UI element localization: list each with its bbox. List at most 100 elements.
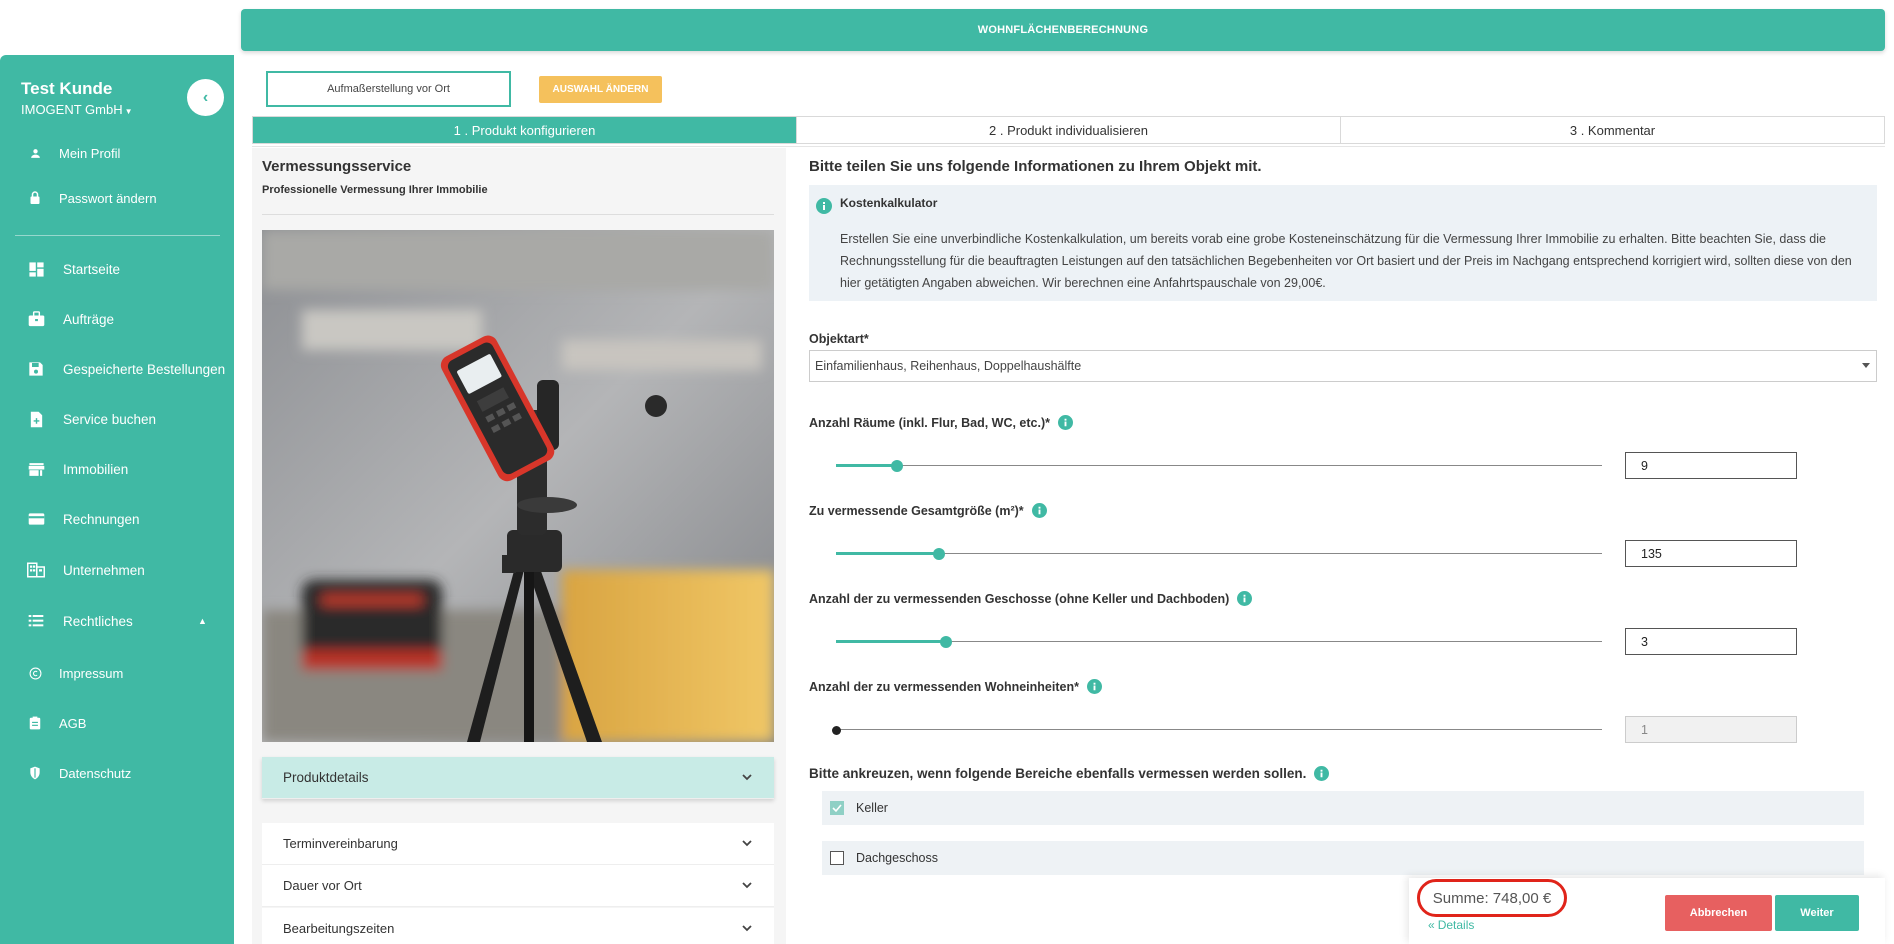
list-icon	[27, 612, 45, 630]
sidebar-item-rechnungen[interactable]: Rechnungen	[0, 501, 234, 537]
floors-label: Anzahl der zu vermessenden Geschosse (oh…	[809, 591, 1253, 606]
window-corner	[0, 0, 241, 55]
checkbox[interactable]	[830, 851, 844, 865]
label-text: Anzahl der zu vermessenden Wohneinheiten…	[809, 679, 1079, 694]
store-icon	[27, 460, 45, 478]
details-link[interactable]: « Details	[1428, 918, 1474, 932]
change-selection-button[interactable]: AUSWAHL ÄNDERN	[539, 76, 662, 103]
info-icon[interactable]	[1314, 766, 1330, 781]
chevron-down-icon	[742, 882, 752, 889]
chevron-left-icon: ‹	[202, 88, 209, 106]
sidebar-item-label: Mein Profil	[59, 145, 121, 161]
checkbox-label: Keller	[856, 801, 888, 815]
copyright-icon	[28, 666, 42, 680]
accordion-terminvereinbarung[interactable]: Terminvereinbarung	[262, 823, 774, 865]
slider-fill	[836, 464, 897, 467]
user-block: Test Kunde IMOGENT GmbH ▼	[21, 79, 133, 117]
tab-step-3[interactable]: 3 . Kommentar	[1341, 117, 1884, 143]
sidebar-item-label: Gespeicherte Bestellungen	[63, 361, 226, 377]
tab-step-1[interactable]: 1 . Produkt konfigurieren	[253, 117, 797, 143]
accordion-bearbeitungszeiten[interactable]: Bearbeitungszeiten	[262, 908, 774, 944]
user-company[interactable]: IMOGENT GmbH ▼	[21, 102, 133, 117]
info-text: Erstellen Sie eine unverbindliche Kosten…	[840, 232, 1852, 290]
sidebar-item-service[interactable]: Service buchen	[0, 401, 234, 437]
tab-step-2[interactable]: 2 . Produkt individualisieren	[797, 117, 1341, 143]
sidebar-item-label: Immobilien	[63, 461, 129, 477]
chevron-up-icon: ▲	[198, 616, 207, 626]
sidebar-item-startseite[interactable]: Startseite	[0, 251, 234, 287]
sidebar-item-label: Passwort ändern	[59, 190, 157, 206]
checkbox-keller[interactable]: Keller	[822, 791, 1864, 825]
area-input[interactable]: 135	[1625, 540, 1797, 567]
sidebar-item-rechtliches[interactable]: Rechtliches ▲	[0, 603, 234, 639]
sidebar-item-profile[interactable]: Mein Profil	[0, 135, 234, 171]
page-title: WOHNFLÄCHENBERECHNUNG	[977, 24, 1149, 36]
sidebar-collapse-button[interactable]: ‹	[187, 79, 224, 116]
divider	[262, 214, 774, 215]
sidebar-item-unternehmen[interactable]: Unternehmen	[0, 552, 234, 588]
area-label: Zu vermessende Gesamtgröße (m²)*	[809, 503, 1047, 518]
slider-fill	[836, 552, 939, 555]
sidebar-item-impressum[interactable]: Impressum	[0, 655, 234, 691]
floors-slider[interactable]	[836, 635, 1602, 649]
label-text: Bitte ankreuzen, wenn folgende Bereiche …	[809, 766, 1307, 781]
slider-thumb[interactable]	[933, 548, 945, 560]
accordion-dauer[interactable]: Dauer vor Ort	[262, 865, 774, 907]
rooms-input[interactable]: 9	[1625, 452, 1797, 479]
credit-card-icon	[27, 510, 45, 528]
sidebar-item-password[interactable]: Passwort ändern	[0, 180, 234, 216]
info-title: Kostenkalkulator	[840, 196, 938, 210]
sidebar-item-immobilien[interactable]: Immobilien	[0, 451, 234, 487]
sidebar-divider	[15, 235, 220, 236]
info-icon[interactable]	[1237, 591, 1253, 606]
checkbox-label: Dachgeschoss	[856, 851, 938, 865]
chevron-down-icon	[742, 925, 752, 932]
caret-down-icon	[1862, 363, 1870, 368]
slider-thumb[interactable]	[940, 636, 952, 648]
accordion-label: Bearbeitungszeiten	[283, 921, 395, 936]
sidebar-item-gespeicherte[interactable]: Gespeicherte Bestellungen	[0, 351, 234, 387]
lock-icon	[28, 191, 42, 205]
units-label: Anzahl der zu vermessenden Wohneinheiten…	[809, 679, 1102, 694]
checkmark-icon	[832, 804, 842, 813]
sidebar-item-agb[interactable]: AGB	[0, 705, 234, 741]
next-button[interactable]: Weiter	[1775, 895, 1859, 931]
rooms-label: Anzahl Räume (inkl. Flur, Bad, WC, etc.)…	[809, 415, 1074, 430]
accordion-produktdetails[interactable]: Produktdetails	[262, 757, 774, 799]
sidebar-item-datenschutz[interactable]: Datenschutz	[0, 755, 234, 791]
floors-input[interactable]: 3	[1625, 628, 1797, 655]
company-dropdown-icon[interactable]: ▼	[125, 107, 133, 116]
slider-thumb[interactable]	[832, 726, 841, 735]
objektart-select[interactable]: Einfamilienhaus, Reihenhaus, Doppelhaush…	[809, 350, 1877, 382]
sidebar-item-label: Unternehmen	[63, 562, 145, 578]
sidebar-item-label: Rechnungen	[63, 511, 140, 527]
sidebar: Test Kunde IMOGENT GmbH ▼ ‹ Mein Profil P…	[0, 55, 234, 944]
info-icon[interactable]	[1031, 503, 1047, 518]
save-icon	[27, 360, 45, 378]
divider	[252, 146, 1885, 147]
mode-selection-button[interactable]: Aufmaßerstellung vor Ort	[266, 71, 511, 107]
sidebar-item-auftraege[interactable]: Aufträge	[0, 301, 234, 337]
sidebar-item-label: Rechtliches	[63, 613, 133, 629]
label-text: Objektart*	[809, 332, 869, 346]
person-icon	[28, 146, 42, 160]
slider-thumb[interactable]	[891, 460, 903, 472]
slider-track	[836, 729, 1602, 730]
area-slider[interactable]	[836, 547, 1602, 561]
briefcase-icon	[27, 310, 45, 328]
accordion-label: Terminvereinbarung	[283, 836, 398, 851]
info-icon	[816, 198, 832, 214]
form-heading: Bitte teilen Sie uns folgende Informatio…	[809, 158, 1262, 175]
sidebar-item-label: Datenschutz	[59, 765, 132, 781]
checkbox-dachgeschoss[interactable]: Dachgeschoss	[822, 841, 1864, 875]
rooms-slider[interactable]	[836, 459, 1602, 473]
info-icon[interactable]	[1058, 415, 1074, 430]
document-add-icon	[27, 410, 45, 428]
units-slider[interactable]	[832, 723, 1602, 737]
info-icon[interactable]	[1086, 679, 1102, 694]
label-text: Anzahl Räume (inkl. Flur, Bad, WC, etc.)…	[809, 415, 1051, 430]
checkbox[interactable]	[830, 801, 844, 815]
units-input: 1	[1625, 716, 1797, 743]
cancel-button[interactable]: Abbrechen	[1665, 895, 1772, 931]
page-header: WOHNFLÄCHENBERECHNUNG	[241, 9, 1885, 51]
